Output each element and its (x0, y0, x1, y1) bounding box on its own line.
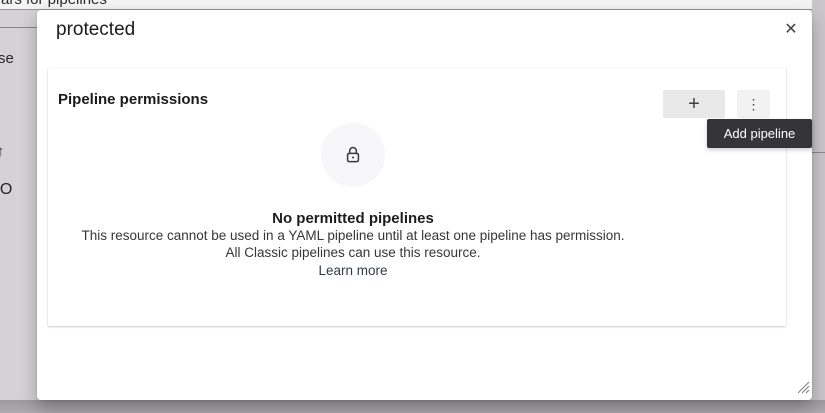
empty-state-description-line2: All Classic pipelines can use this resou… (225, 245, 480, 261)
background-arrow-fragment: ↑ (0, 143, 5, 160)
screen: ars for pipelines se ↑ LO protected ✕ Pi… (0, 0, 825, 413)
card-heading: Pipeline permissions (58, 91, 208, 108)
modal-title: protected (56, 19, 135, 41)
background-divider (812, 152, 825, 153)
more-options-button[interactable]: ⋮ (737, 90, 770, 118)
add-pipeline-button[interactable]: + (663, 90, 725, 118)
background-header-strip: ars for pipelines (0, 0, 812, 10)
background-fragment-text: se (0, 50, 14, 67)
pipeline-permissions-card: Pipeline permissions + ⋮ No permitted pi… (48, 68, 786, 326)
empty-state-title: No permitted pipelines (272, 210, 434, 227)
empty-state: No permitted pipelines This resource can… (48, 123, 658, 279)
resize-handle-icon[interactable] (795, 379, 811, 395)
learn-more-link[interactable]: Learn more (318, 263, 387, 279)
add-pipeline-tooltip: Add pipeline (707, 119, 812, 148)
background-divider (0, 27, 37, 28)
resource-details-modal: protected ✕ Pipeline permissions + ⋮ No … (37, 10, 812, 400)
empty-state-description-line1: This resource cannot be used in a YAML p… (81, 228, 624, 244)
background-left-strip: se ↑ LO (0, 10, 37, 400)
background-right-strip (812, 0, 825, 413)
background-partial-text: ars for pipelines (1, 0, 107, 8)
lock-icon (343, 145, 363, 165)
close-icon[interactable]: ✕ (778, 16, 804, 42)
background-bottom-strip (0, 400, 825, 413)
background-fragment-letters: LO (0, 181, 12, 199)
lock-icon-circle (321, 123, 385, 187)
